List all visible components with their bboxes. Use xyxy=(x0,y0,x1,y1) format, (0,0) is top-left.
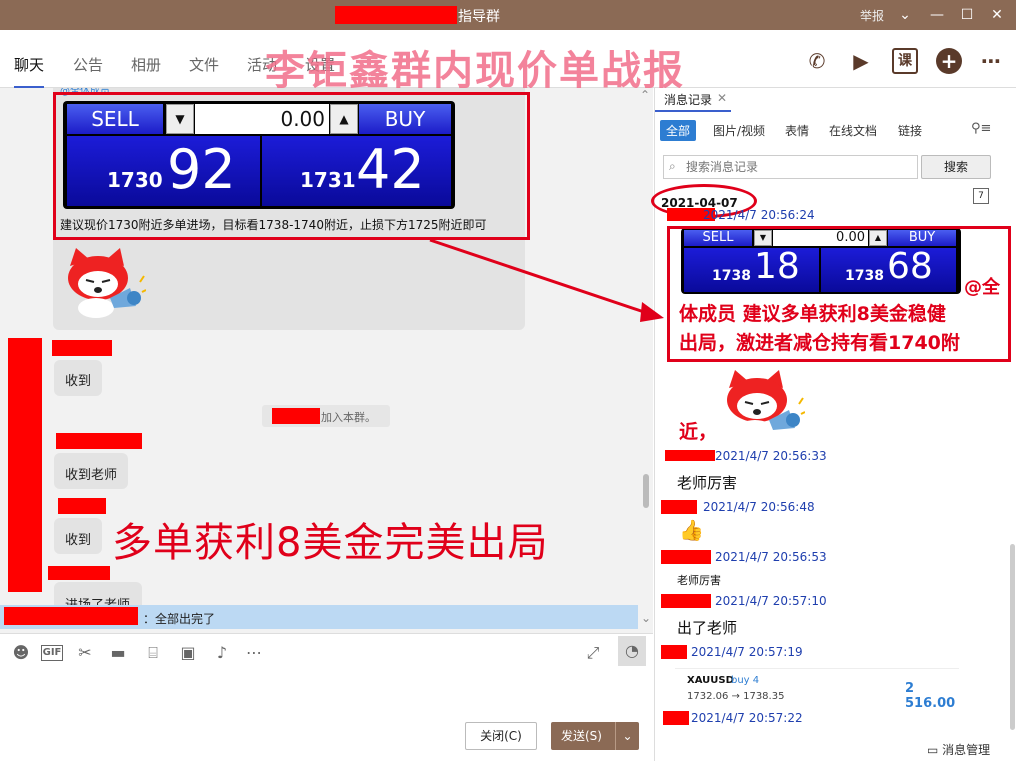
system-notice-text: 加入本群。 xyxy=(321,411,376,424)
gif-icon[interactable]: GIF xyxy=(41,645,63,661)
redacted-reply-sender xyxy=(4,607,138,625)
doc-icon[interactable]: ⌸ xyxy=(142,642,164,664)
entry-text: 老师厉害 xyxy=(677,474,738,492)
close-icon[interactable]: ✕ xyxy=(986,4,1008,26)
filter-media[interactable]: 图片/视频 xyxy=(713,122,765,139)
bell-icon[interactable]: ♪ xyxy=(211,642,233,664)
redacted-sender xyxy=(58,498,106,514)
redacted-sender xyxy=(665,450,715,461)
order-prices: 1732.06 → 1738.35 xyxy=(687,691,785,702)
message-manager-icon: ▭ xyxy=(927,743,939,757)
message-input[interactable] xyxy=(8,672,644,714)
redacted-sender xyxy=(661,550,711,564)
history-close-icon[interactable]: ✕ xyxy=(717,91,727,105)
announcement-line-4: 近， xyxy=(679,421,718,443)
history-panel: 消息记录 ✕ 全部 图片/视频 表情 在线文档 链接 ⚲≡ ⌕ 搜索 2021-… xyxy=(651,88,1016,761)
scroll-down-icon[interactable]: ⌄ xyxy=(641,611,651,625)
entry-timestamp: 2021/4/7 20:57:22 xyxy=(691,711,803,725)
entry-timestamp: 2021/4/7 20:56:33 xyxy=(715,449,827,463)
entry-timestamp: 2021/4/7 20:57:19 xyxy=(691,645,803,659)
send-button-label: 发送(S) xyxy=(561,729,602,743)
redacted-avatars xyxy=(8,338,42,592)
highlight-box xyxy=(53,92,530,240)
redacted-sender xyxy=(52,340,112,356)
announcement-highlight-box xyxy=(667,226,1011,362)
chat-scrollbar[interactable] xyxy=(643,474,649,508)
filter-funnel-icon[interactable]: ⚲≡ xyxy=(971,121,991,136)
redacted-sender xyxy=(56,433,142,449)
tab-files[interactable]: 文件 xyxy=(189,54,219,75)
scissors-icon[interactable]: ✂ xyxy=(74,642,96,664)
redacted-group-name xyxy=(335,6,457,24)
folder-icon[interactable]: ▬ xyxy=(107,642,129,664)
entry-text: 老师厉害 xyxy=(677,574,721,587)
image-icon[interactable]: ▣ xyxy=(177,642,199,664)
message-text: 收到老师 xyxy=(65,468,118,483)
redacted-sender xyxy=(661,500,697,514)
redacted-sender xyxy=(661,645,687,659)
history-tab-title: 消息记录 xyxy=(664,93,713,107)
filter-emoji[interactable]: 表情 xyxy=(785,122,809,139)
history-clock-icon[interactable]: ◔ xyxy=(618,636,646,666)
redacted-sender xyxy=(663,711,689,725)
close-button[interactable]: 关闭(C) xyxy=(465,722,537,750)
minimize-icon[interactable]: — xyxy=(926,4,948,26)
message-manager-link[interactable]: ▭ 消息管理 xyxy=(927,741,990,758)
entry-text: 出了老师 xyxy=(677,619,738,637)
entry-timestamp: 2021/4/7 20:56:53 xyxy=(715,550,827,564)
chat-area[interactable]: @全体成员 SELL ▼ 0.00 ▲ BUY 1730 92 1731 42 … xyxy=(0,88,653,633)
tab-announcement[interactable]: 公告 xyxy=(73,54,103,75)
entry-timestamp: 2021/4/7 20:57:10 xyxy=(715,594,827,608)
report-link[interactable]: 举报 xyxy=(860,7,884,24)
chevron-down-icon[interactable]: ⌄ xyxy=(894,4,916,26)
calendar-icon[interactable]: 7 xyxy=(973,188,989,204)
send-button[interactable]: 发送(S) ⌄ xyxy=(551,722,639,750)
message-text: 收到 xyxy=(65,374,92,389)
window-title: 指导群 xyxy=(458,9,500,25)
history-scrollbar[interactable] xyxy=(1010,544,1015,730)
entry-timestamp: 2021/4/7 20:56:24 xyxy=(703,208,815,222)
add-icon[interactable]: + xyxy=(936,48,962,74)
filter-links[interactable]: 链接 xyxy=(898,122,922,139)
filter-all[interactable]: 全部 xyxy=(660,120,697,141)
fox-sticker xyxy=(727,370,805,440)
video-call-icon[interactable]: ▶ xyxy=(848,48,874,74)
more-tools-icon[interactable]: ⋯ xyxy=(243,642,265,664)
entry-timestamp: 2021/4/7 20:56:48 xyxy=(703,500,815,514)
filter-docs[interactable]: 在线文档 xyxy=(829,122,877,139)
search-icon: ⌕ xyxy=(669,159,676,173)
redacted-joiner xyxy=(272,408,320,424)
reply-bar-text: ：全部出完了 xyxy=(143,612,216,626)
title-bar: 指导群 举报 ⌄ — ☐ ✕ xyxy=(0,0,1016,30)
redacted-sender xyxy=(661,594,711,608)
history-search-input[interactable] xyxy=(686,158,914,176)
order-card: XAUUSD buy 4 1732.06 → 1738.35 2 516.00 xyxy=(675,668,959,711)
input-area: ☻ GIF ✂ ▬ ⌸ ▣ ♪ ⋯ ⤢ ◔ 关闭(C) 发送(S) ⌄ xyxy=(0,633,653,761)
tab-chat[interactable]: 聊天 xyxy=(14,54,45,89)
more-icon[interactable]: ⋯ xyxy=(978,48,1004,74)
phone-icon[interactable]: ✆ xyxy=(804,48,830,74)
message-manager-label: 消息管理 xyxy=(942,743,991,757)
fox-sticker xyxy=(68,248,146,318)
course-icon[interactable]: 课 xyxy=(892,48,918,74)
order-side: buy 4 xyxy=(731,675,760,686)
scroll-up-icon[interactable]: ⌃ xyxy=(640,88,650,102)
history-tab-underline xyxy=(655,110,731,112)
emoji-icon[interactable]: ☻ xyxy=(10,642,32,664)
send-options-chevron-icon[interactable]: ⌄ xyxy=(615,722,639,750)
order-profit: 2 516.00 xyxy=(905,681,956,711)
expand-icon[interactable]: ⤢ xyxy=(582,642,604,664)
thumbs-up-icon: 👍 xyxy=(679,518,704,542)
overlay-headline: 多单获利8美金完美出局 xyxy=(112,520,549,566)
group-nav: 聊天 公告 相册 文件 活动 设置 李钜鑫群内现价单战报 ✆ ▶ 课 + ⋯ xyxy=(0,30,1016,94)
maximize-icon[interactable]: ☐ xyxy=(956,4,978,26)
history-search-button[interactable]: 搜索 xyxy=(921,155,991,179)
history-search-box[interactable]: ⌕ xyxy=(663,155,918,179)
tab-album[interactable]: 相册 xyxy=(131,54,161,75)
order-symbol: XAUUSD xyxy=(687,675,734,686)
highlight-arrow xyxy=(429,238,664,322)
message-text: 收到 xyxy=(65,533,92,548)
redacted-sender xyxy=(48,566,110,580)
